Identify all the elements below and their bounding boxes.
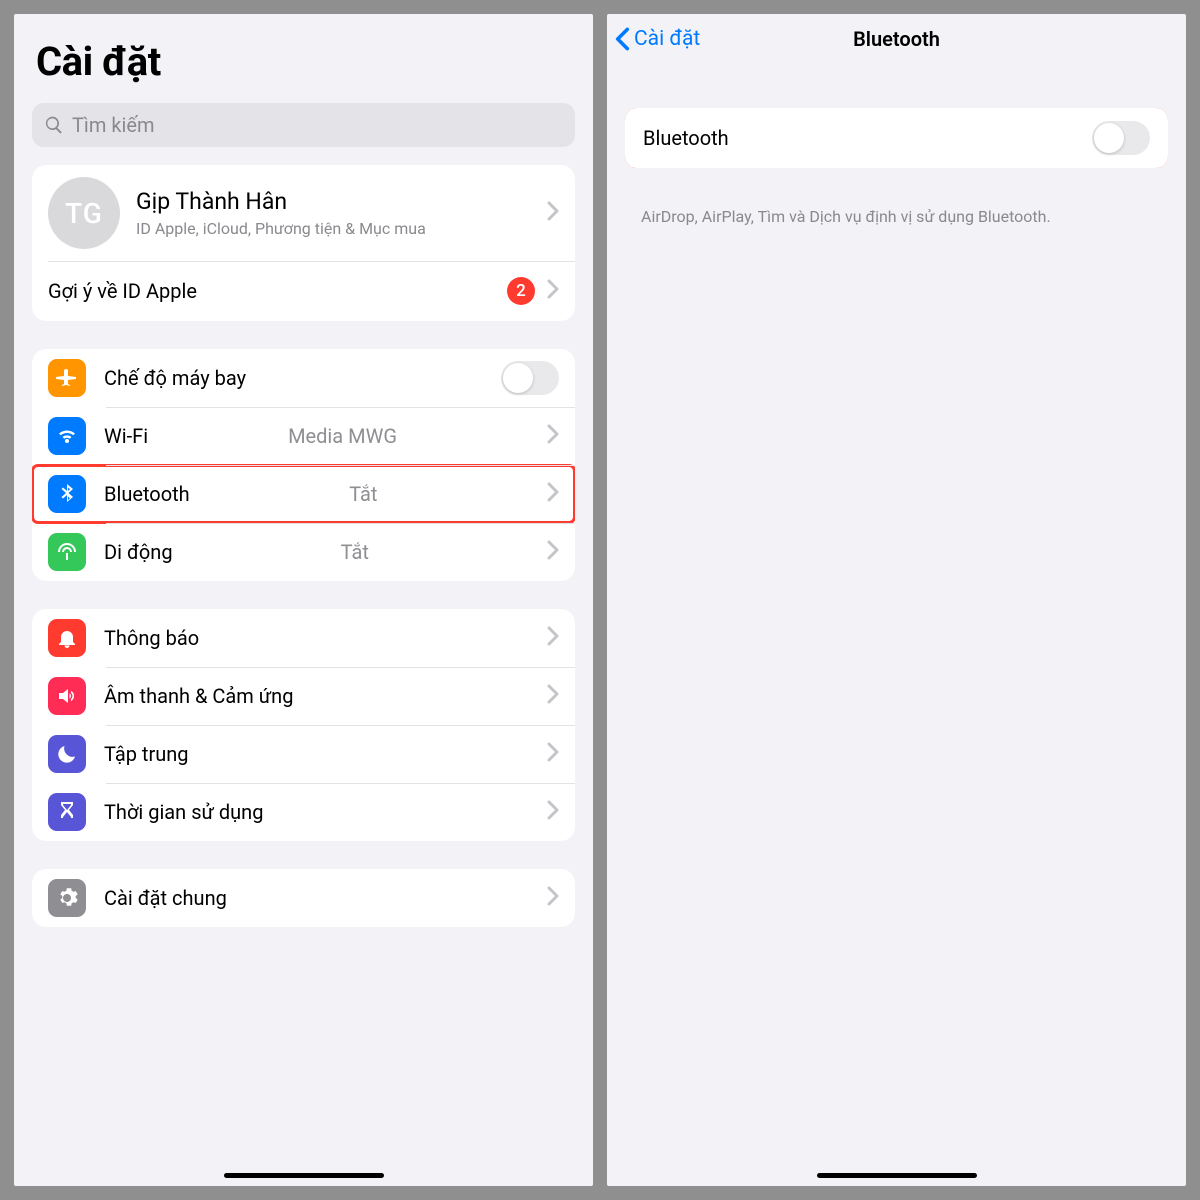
bluetooth-toggle-label: Bluetooth: [643, 126, 729, 150]
sounds-row[interactable]: Âm thanh & Cảm ứng: [32, 667, 575, 725]
home-indicator[interactable]: [224, 1173, 384, 1178]
cellular-icon: [48, 533, 86, 571]
gear-icon: [48, 879, 86, 917]
bluetooth-icon: [48, 475, 86, 513]
notification-badge: 2: [507, 277, 535, 305]
search-placeholder: Tìm kiếm: [72, 113, 155, 137]
chevron-left-icon: [615, 27, 630, 51]
screentime-label: Thời gian sử dụng: [104, 800, 263, 824]
navbar: Cài đặt Bluetooth: [607, 14, 1186, 64]
hourglass-icon: [48, 793, 86, 831]
chevron-right-icon: [547, 201, 559, 225]
avatar: TG: [48, 177, 120, 249]
search-input[interactable]: Tìm kiếm: [32, 103, 575, 147]
bluetooth-label: Bluetooth: [104, 482, 190, 506]
page-title: Cài đặt: [14, 14, 593, 97]
chevron-right-icon: [547, 424, 559, 448]
chevron-right-icon: [547, 742, 559, 766]
search-icon: [44, 115, 64, 135]
notifications-group: Thông báo Âm thanh & Cảm ứng Tập trung T…: [32, 609, 575, 841]
focus-row[interactable]: Tập trung: [32, 725, 575, 783]
back-label: Cài đặt: [634, 27, 700, 51]
chevron-right-icon: [547, 540, 559, 564]
settings-screen: Cài đặt Tìm kiếm TG Gịp Thành Hân ID App…: [14, 14, 593, 1186]
wifi-row[interactable]: Wi-Fi Media MWG: [32, 407, 575, 465]
cellular-label: Di động: [104, 540, 173, 564]
bluetooth-toggle-row[interactable]: Bluetooth: [625, 108, 1168, 168]
chevron-right-icon: [547, 886, 559, 910]
screentime-row[interactable]: Thời gian sử dụng: [32, 783, 575, 841]
profile-text: Gịp Thành Hân ID Apple, iCloud, Phương t…: [136, 188, 426, 239]
profile-row[interactable]: TG Gịp Thành Hân ID Apple, iCloud, Phươn…: [32, 165, 575, 261]
profile-sub: ID Apple, iCloud, Phương tiện & Mục mua: [136, 219, 426, 239]
airplane-toggle[interactable]: [501, 361, 559, 395]
airplane-icon: [48, 359, 86, 397]
notifications-label: Thông báo: [104, 626, 199, 650]
chevron-right-icon: [547, 800, 559, 824]
speaker-icon: [48, 677, 86, 715]
cellular-row[interactable]: Di động Tắt: [32, 523, 575, 581]
chevron-right-icon: [547, 482, 559, 506]
bluetooth-screen: Cài đặt Bluetooth Bluetooth AirDrop, Air…: [607, 14, 1186, 1186]
cellular-value: Tắt: [341, 540, 369, 564]
airplane-label: Chế độ máy bay: [104, 366, 246, 390]
airplane-row[interactable]: Chế độ máy bay: [32, 349, 575, 407]
general-group: Cài đặt chung: [32, 869, 575, 927]
profile-group: TG Gịp Thành Hân ID Apple, iCloud, Phươn…: [32, 165, 575, 321]
connectivity-group: Chế độ máy bay Wi-Fi Media MWG Bluetooth…: [32, 349, 575, 581]
profile-name: Gịp Thành Hân: [136, 188, 426, 215]
bluetooth-value: Tắt: [349, 482, 377, 506]
back-button[interactable]: Cài đặt: [615, 27, 700, 51]
bluetooth-toggle[interactable]: [1092, 121, 1150, 155]
sounds-label: Âm thanh & Cảm ứng: [104, 684, 293, 708]
home-indicator[interactable]: [817, 1173, 977, 1178]
wifi-value: Media MWG: [288, 424, 397, 448]
notifications-row[interactable]: Thông báo: [32, 609, 575, 667]
bell-icon: [48, 619, 86, 657]
focus-label: Tập trung: [104, 742, 189, 766]
general-row[interactable]: Cài đặt chung: [32, 869, 575, 927]
chevron-right-icon: [547, 684, 559, 708]
bluetooth-row[interactable]: Bluetooth Tắt: [32, 465, 575, 523]
wifi-icon: [48, 417, 86, 455]
wifi-label: Wi-Fi: [104, 424, 148, 448]
general-label: Cài đặt chung: [104, 886, 227, 910]
chevron-right-icon: [547, 279, 559, 303]
bluetooth-footer-text: AirDrop, AirPlay, Tìm và Dịch vụ định vị…: [607, 196, 1186, 228]
moon-icon: [48, 735, 86, 773]
appleid-suggestion-row[interactable]: Gợi ý về ID Apple 2: [32, 261, 575, 321]
bluetooth-toggle-group: Bluetooth: [625, 108, 1168, 168]
appleid-suggestion-label: Gợi ý về ID Apple: [48, 279, 197, 303]
chevron-right-icon: [547, 626, 559, 650]
